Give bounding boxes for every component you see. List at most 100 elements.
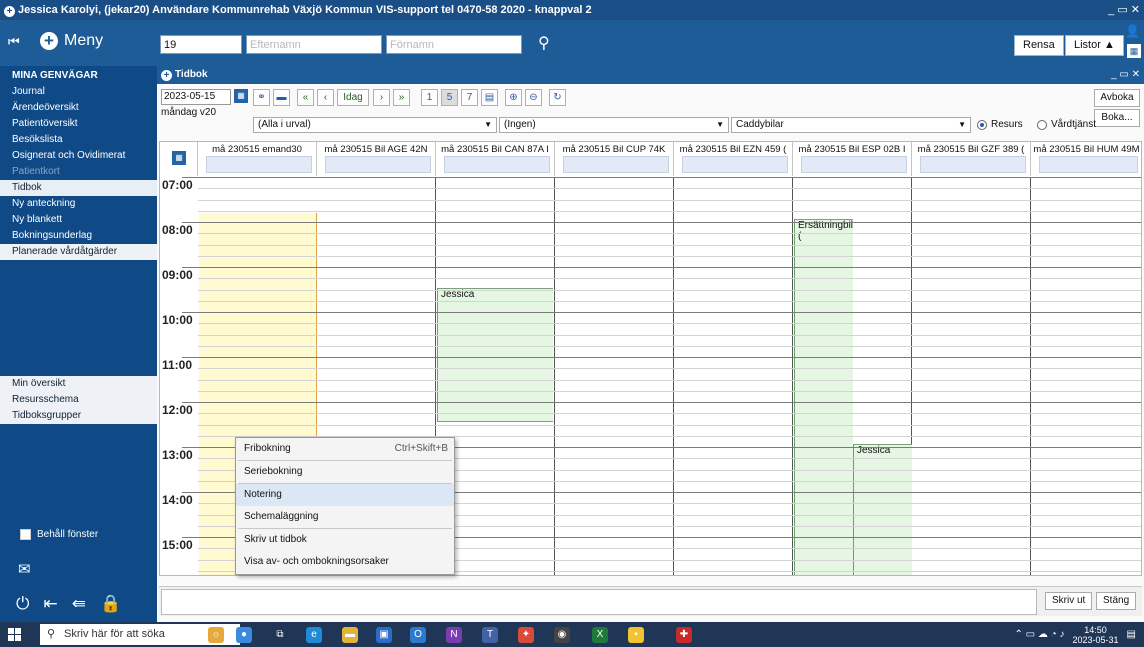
cosmic-app-icon[interactable]: ✚ [676,627,692,643]
clock[interactable]: 14:50 2023-05-31 [1073,625,1119,645]
search-icon[interactable]: ⚲ [538,33,550,53]
date-picker[interactable]: 2023-05-15 [161,89,231,105]
view-7-button[interactable]: 7 [461,89,478,106]
radio-vardtjanst-dot[interactable] [1037,119,1047,130]
excel-icon[interactable]: X [592,627,608,643]
mail-icon[interactable]: ✉ [18,560,31,578]
sidebar-item-patientoversikt[interactable]: Patientöversikt [0,116,157,132]
tray-icons[interactable]: ⌃ ▭ ☁ ◔ ♪ [1015,629,1065,640]
app-icon[interactable]: ✦ [518,627,534,643]
note-field[interactable] [161,589,1037,615]
filter-resursgrupp-select[interactable]: Caddybilar ▼ [731,117,971,133]
sidebar-item-resursschema[interactable]: Resursschema [0,392,157,408]
column-header[interactable]: må 230515 Bil AGE 42N [317,142,436,176]
sticky-notes-icon[interactable]: ▪ [628,627,644,643]
logout-icon[interactable]: ⇤ [43,594,57,614]
sidebar-item-planerade-vardatgarder[interactable]: Planerade vårdåtgärder [0,244,157,260]
calendar-column[interactable] [555,177,674,575]
filter-ingen-select[interactable]: (Ingen) ▼ [499,117,729,133]
prev-day-icon[interactable]: ‹ [317,89,334,106]
column-header[interactable]: må 230515 Bil CUP 74K [555,142,674,176]
radio-vardtjanst[interactable]: Vårdtjänst [1037,119,1096,130]
zoom-out-icon[interactable]: ⊖ [525,89,542,106]
column-header[interactable]: må 230515 Bil ESP 02B I [793,142,912,176]
appointment-block[interactable]: Ersättningbil ( [794,219,853,575]
ctx-item-seriebokning[interactable]: Seriebokning [236,461,454,483]
calendar-icon[interactable]: ▦ [234,89,248,103]
sidebar-item-arendeoversikt[interactable]: Ärendeöversikt [0,100,157,116]
teams-icon[interactable]: T [482,627,498,643]
tidbok-window-controls[interactable]: _ ▭ ✕ [1111,66,1140,84]
ctx-item-fribokning[interactable]: Fribokning Ctrl+Skift+B [236,438,454,460]
view-5-button[interactable]: 5 [441,89,458,106]
sidebar-item-bokningsunderlag[interactable]: Bokningsunderlag [0,228,157,244]
column-header[interactable]: må 230515 emand30 [198,142,317,176]
notifications-icon[interactable]: ▤ [1127,629,1136,640]
back-icon[interactable]: ⇚ [72,594,86,614]
keep-window-checkbox[interactable] [20,529,31,540]
next-week-icon[interactable]: » [393,89,410,106]
sidebar-item-tidbok[interactable]: Tidbok [0,180,157,196]
boka-button[interactable]: Boka... [1094,109,1140,127]
column-header[interactable]: må 230515 Bil CAN 87A I [436,142,555,176]
radio-resurs-dot[interactable] [977,119,987,130]
ctx-item-notering[interactable]: Notering [236,484,454,506]
news-widget-icon[interactable]: ☼ [208,627,224,643]
sidebar-item-min-oversikt[interactable]: Min översikt [0,376,157,392]
media-icon[interactable]: ◉ [554,627,570,643]
onenote-icon[interactable]: N [446,627,462,643]
view-1-button[interactable]: 1 [421,89,438,106]
sidebar-item-journal[interactable]: Journal [0,84,157,100]
sidebar-item-ny-anteckning[interactable]: Ny anteckning [0,196,157,212]
calendar-column[interactable] [674,177,793,575]
stang-button[interactable]: Stäng [1096,592,1137,610]
person-widget-icon[interactable]: ● [236,627,252,643]
grid-view-icon[interactable]: ▤ [481,89,498,106]
edge-icon[interactable]: e [306,627,322,643]
windows-start-icon[interactable] [8,628,22,642]
rensa-button[interactable]: Rensa [1014,35,1064,56]
ctx-item-visa-orsaker[interactable]: Visa av- och ombokningsorsaker [236,551,454,573]
efternamn-input[interactable] [246,35,382,54]
keep-window-toggle[interactable]: Behåll fönster [20,529,98,540]
task-view-icon[interactable]: ⧉ [272,627,288,643]
menu-button[interactable]: + Meny [40,32,103,50]
personnummer-input[interactable] [160,35,242,54]
collapse-sidebar-icon[interactable]: ⏮ [8,34,20,50]
calendar-column[interactable] [1031,177,1141,575]
radio-resurs[interactable]: Resurs [977,119,1023,130]
window-controls[interactable]: _ ▭ ✕ [1108,0,1140,20]
skriv-ut-button[interactable]: Skriv ut [1045,592,1093,610]
sidebar-item-tidboksgrupper[interactable]: Tidboksgrupper [0,408,157,424]
sidebar-item-ny-blankett[interactable]: Ny blankett [0,212,157,228]
sidebar-item-besokslista[interactable]: Besökslista [0,132,157,148]
refresh-icon[interactable]: ↻ [549,89,566,106]
ctx-item-schemalaggning[interactable]: Schemaläggning [236,506,454,528]
calendar-column[interactable] [912,177,1031,575]
zoom-in-icon[interactable]: ⊕ [505,89,522,106]
appointment-block[interactable]: Jessica [853,444,912,575]
binoculars-icon[interactable]: ⚭ [253,89,270,106]
outlook-icon[interactable]: O [410,627,426,643]
column-header[interactable]: må 230515 Bil EZN 459 ( [674,142,793,176]
filter-urval-select[interactable]: (Alla i urval) ▼ [253,117,497,133]
next-day-icon[interactable]: › [373,89,390,106]
user-icon[interactable]: 👤 [1125,24,1140,38]
fornamn-input[interactable] [386,35,522,54]
power-icon[interactable]: ⏻ [16,594,29,614]
sidebar-item-patientkort[interactable]: Patientkort [0,164,157,180]
prev-week-icon[interactable]: « [297,89,314,106]
group-icon[interactable]: ▦ [1127,44,1141,58]
avboka-button[interactable]: Avboka [1094,89,1140,107]
listor-button[interactable]: Listor ▲ [1065,35,1124,56]
file-explorer-icon[interactable]: ▬ [342,627,358,643]
today-button[interactable]: Idag [337,89,369,106]
comment-icon[interactable]: ▬ [273,89,290,106]
calendar-settings-icon[interactable]: ▦ [172,151,186,165]
lock-icon[interactable]: 🔒 [100,594,121,614]
column-header[interactable]: må 230515 Bil GZF 389 ( [912,142,1031,176]
store-icon[interactable]: ▣ [376,627,392,643]
sidebar-item-osignerat[interactable]: Osignerat och Ovidimerat [0,148,157,164]
ctx-item-skriv-ut-tidbok[interactable]: Skriv ut tidbok [236,529,454,551]
column-header[interactable]: må 230515 Bil HUM 49M [1031,142,1141,176]
